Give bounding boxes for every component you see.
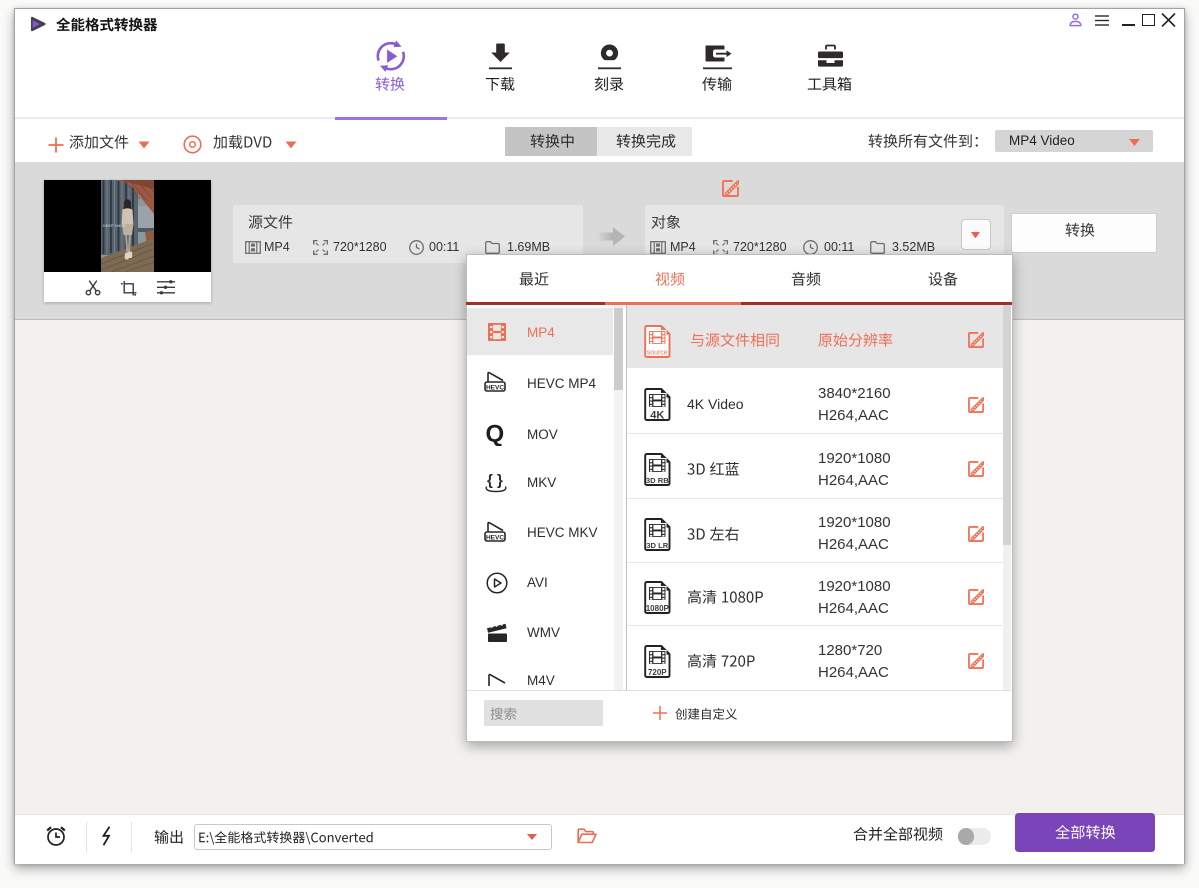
svg-text:source: source [647, 350, 668, 357]
svg-text:HEVC: HEVC [486, 384, 504, 391]
svg-text:1080P: 1080P [646, 604, 670, 613]
svg-text:4K: 4K [650, 410, 664, 422]
svg-text:Q: Q [486, 421, 505, 446]
svg-text:720P: 720P [648, 668, 667, 677]
svg-text:HEVC: HEVC [486, 534, 504, 541]
svg-text:3D RB: 3D RB [646, 476, 669, 485]
svg-text:3D LR: 3D LR [646, 541, 668, 550]
svg-text:{ }: { } [487, 472, 503, 489]
svg-text:KEEP HAVE: KEEP HAVE [103, 223, 126, 228]
